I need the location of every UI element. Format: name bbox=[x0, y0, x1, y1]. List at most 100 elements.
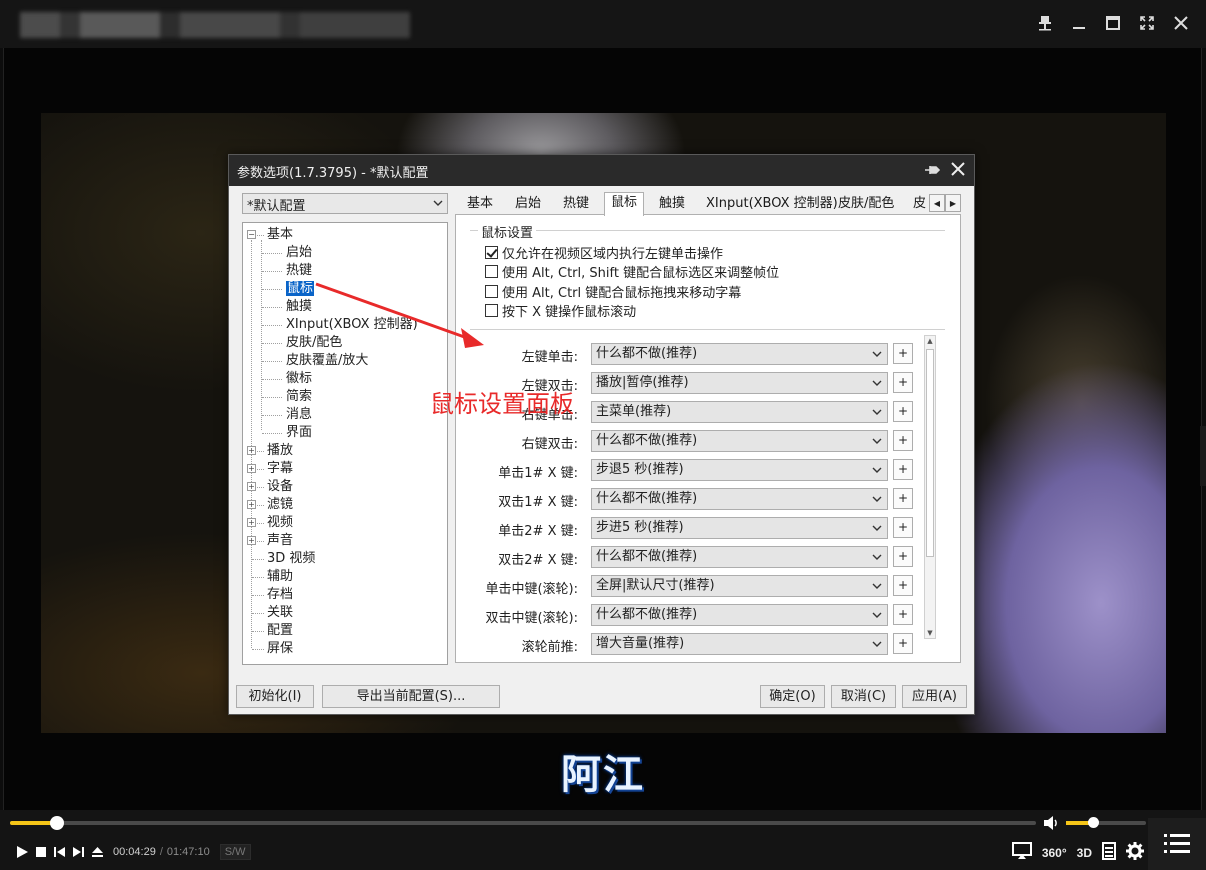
3d-button[interactable]: 3D bbox=[1077, 846, 1092, 860]
profile-dropdown[interactable]: *默认配置 bbox=[242, 193, 448, 214]
sw-decoder-badge[interactable]: S/W bbox=[219, 844, 251, 860]
dialog-close-icon[interactable] bbox=[950, 161, 966, 181]
volume-slider[interactable] bbox=[1066, 817, 1146, 828]
option-checkbox-row[interactable]: 使用 Alt, Ctrl 键配合鼠标拖拽来移动字幕 bbox=[485, 282, 741, 301]
add-action-button[interactable]: + bbox=[893, 372, 913, 393]
checkbox[interactable] bbox=[485, 265, 498, 278]
add-action-button[interactable]: + bbox=[893, 604, 913, 625]
eject-icon[interactable] bbox=[88, 843, 107, 861]
volume-icon[interactable] bbox=[1042, 814, 1060, 836]
tree-item[interactable]: 皮肤覆盖/放大 bbox=[286, 352, 368, 370]
tree-item[interactable]: 简索 bbox=[286, 388, 312, 406]
playlist-menu-icon[interactable] bbox=[1148, 818, 1206, 870]
option-checkbox-row[interactable]: 仅允许在视频区域内执行左键单击操作 bbox=[485, 243, 723, 262]
tab-item[interactable]: 鼠标 bbox=[604, 192, 645, 216]
scroll-up-icon[interactable]: ▲ bbox=[925, 336, 935, 346]
pin-icon[interactable] bbox=[1034, 12, 1056, 34]
checkbox[interactable] bbox=[485, 245, 498, 259]
tree-item[interactable]: 3D 视频 bbox=[267, 550, 315, 568]
action-dropdown[interactable]: 什么都不做(推荐) bbox=[591, 343, 888, 365]
tree-item[interactable]: 视频 bbox=[267, 514, 293, 532]
option-checkbox-row[interactable]: 使用 Alt, Ctrl, Shift 键配合鼠标选区来调整帧位 bbox=[485, 263, 779, 281]
tree-item[interactable]: 存档 bbox=[267, 586, 293, 604]
add-action-button[interactable]: + bbox=[893, 517, 913, 538]
volume-knob[interactable] bbox=[1088, 817, 1100, 828]
tab-item[interactable]: 启始 bbox=[509, 194, 547, 215]
side-panel-handle[interactable] bbox=[1200, 426, 1206, 486]
expand-icon[interactable]: + bbox=[247, 518, 256, 527]
apply-button[interactable]: 应用(A) bbox=[902, 685, 967, 708]
stop-icon[interactable] bbox=[31, 843, 50, 861]
tree-item[interactable]: 滤镜 bbox=[267, 496, 293, 514]
previous-icon[interactable] bbox=[50, 843, 69, 861]
reset-button[interactable]: 初始化(I) bbox=[236, 685, 314, 708]
tree-item[interactable]: 辅助 bbox=[267, 568, 293, 586]
expand-icon[interactable]: + bbox=[247, 536, 256, 545]
tree-item[interactable]: 鼠标 bbox=[286, 280, 315, 298]
action-dropdown[interactable]: 什么都不做(推荐) bbox=[591, 604, 888, 626]
next-icon[interactable] bbox=[69, 843, 88, 861]
tree-item[interactable]: 消息 bbox=[286, 406, 312, 424]
tab-scroll-right-icon[interactable]: ▶ bbox=[945, 194, 961, 212]
scroll-thumb[interactable] bbox=[926, 349, 934, 557]
tree-item[interactable]: 声音 bbox=[267, 532, 293, 550]
settings-tree[interactable]: 基本 − 启始 热键 鼠标 触摸 XInput(XBOX 控制器) 皮肤/配色 皮肤覆盖/放大徽… bbox=[242, 222, 448, 665]
add-action-button[interactable]: + bbox=[893, 459, 913, 480]
tree-item[interactable]: 基本 bbox=[267, 226, 293, 244]
scroll-down-icon[interactable]: ▼ bbox=[925, 628, 935, 638]
tree-item[interactable]: 徽标 bbox=[286, 370, 312, 388]
play-icon[interactable] bbox=[12, 843, 31, 861]
dialog-pin-icon[interactable] bbox=[924, 163, 941, 181]
add-action-button[interactable]: + bbox=[893, 488, 913, 509]
tree-item[interactable]: 界面 bbox=[286, 424, 312, 442]
subtitle-list-icon[interactable] bbox=[1102, 842, 1116, 864]
mapping-scrollbar[interactable]: ▲ ▼ bbox=[924, 335, 936, 639]
settings-gear-icon[interactable] bbox=[1126, 842, 1144, 864]
expand-icon[interactable]: + bbox=[247, 446, 256, 455]
action-dropdown[interactable]: 步退5 秒(推荐) bbox=[591, 459, 888, 481]
action-dropdown[interactable]: 增大音量(推荐) bbox=[591, 633, 888, 655]
tab-item[interactable]: 基本 bbox=[461, 194, 499, 215]
tree-item[interactable]: 设备 bbox=[267, 478, 293, 496]
tree-item[interactable]: 配置 bbox=[267, 622, 293, 640]
add-action-button[interactable]: + bbox=[893, 633, 913, 654]
tab-item[interactable]: 触摸 bbox=[653, 194, 691, 215]
tab-item[interactable]: 热键 bbox=[557, 194, 595, 215]
collapse-icon[interactable]: − bbox=[247, 230, 256, 239]
close-icon[interactable] bbox=[1170, 12, 1192, 34]
tree-item[interactable]: 皮肤/配色 bbox=[286, 334, 342, 352]
tree-item[interactable]: 关联 bbox=[267, 604, 293, 622]
tree-item[interactable]: 热键 bbox=[286, 262, 312, 280]
checkbox[interactable] bbox=[485, 284, 498, 298]
action-dropdown[interactable]: 什么都不做(推荐) bbox=[591, 430, 888, 452]
expand-icon[interactable]: + bbox=[247, 464, 256, 473]
tab-item[interactable]: 皮 bbox=[907, 194, 932, 215]
tree-item[interactable]: 屏保 bbox=[267, 640, 293, 658]
add-action-button[interactable]: + bbox=[893, 401, 913, 422]
add-action-button[interactable]: + bbox=[893, 546, 913, 567]
add-action-button[interactable]: + bbox=[893, 430, 913, 451]
add-action-button[interactable]: + bbox=[893, 575, 913, 596]
tab-item[interactable]: 皮肤/配色 bbox=[832, 194, 900, 215]
option-checkbox-row[interactable]: 按下 X 键操作鼠标滚动 bbox=[485, 302, 636, 320]
vr-360-button[interactable]: 360° bbox=[1042, 846, 1067, 860]
tree-item[interactable]: 启始 bbox=[286, 244, 312, 262]
action-dropdown[interactable]: 什么都不做(推荐) bbox=[591, 488, 888, 510]
progress-bar[interactable] bbox=[10, 816, 1036, 830]
action-dropdown[interactable]: 全屏|默认尺寸(推荐) bbox=[591, 575, 888, 597]
dialog-titlebar[interactable]: 参数选项(1.7.3795) - *默认配置 bbox=[229, 155, 974, 186]
minimize-icon[interactable] bbox=[1068, 12, 1090, 34]
expand-icon[interactable]: + bbox=[247, 500, 256, 509]
cancel-button[interactable]: 取消(C) bbox=[831, 685, 896, 708]
maximize-icon[interactable] bbox=[1102, 12, 1124, 34]
tab-item[interactable]: XInput(XBOX 控制器) bbox=[700, 194, 844, 215]
checkbox[interactable] bbox=[485, 304, 498, 317]
export-config-button[interactable]: 导出当前配置(S)... bbox=[322, 685, 500, 708]
tree-item[interactable]: 播放 bbox=[267, 442, 293, 460]
action-dropdown[interactable]: 什么都不做(推荐) bbox=[591, 546, 888, 568]
ok-button[interactable]: 确定(O) bbox=[760, 685, 825, 708]
fullscreen-icon[interactable] bbox=[1136, 12, 1158, 34]
expand-icon[interactable]: + bbox=[247, 482, 256, 491]
action-dropdown[interactable]: 步进5 秒(推荐) bbox=[591, 517, 888, 539]
cast-icon[interactable] bbox=[1011, 842, 1032, 864]
